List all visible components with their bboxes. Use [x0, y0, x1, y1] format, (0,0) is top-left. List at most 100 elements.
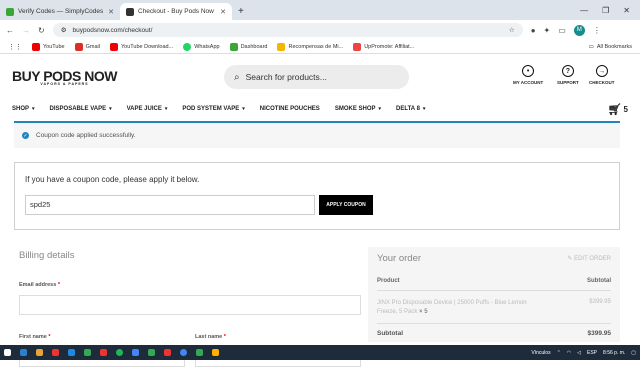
nav-label: NICOTINE POUCHES	[259, 106, 320, 112]
apply-coupon-button[interactable]: APPLY COUPON	[319, 195, 373, 215]
order-item-row: JINX Pro Disposable Device | 25000 Puffs…	[377, 299, 611, 324]
bookmarks-bar: ⋮⋮ YouTube Gmail YouTube Download... Wha…	[0, 40, 640, 54]
search-icon[interactable]	[20, 349, 27, 356]
support-label: SUPPORT	[557, 80, 579, 85]
windows-taskbar: Vínculos ⌃ ◠ ◁ ESP 8:56 p. m. ▢	[0, 345, 640, 360]
order-table-header: Product Subtotal	[377, 278, 611, 291]
site-logo[interactable]: BUY PODS NOW VAPORS & PAPERS	[12, 69, 117, 87]
url-input[interactable]: ⚙ buypodsnow.com/checkout/ ☆	[52, 23, 523, 37]
nav-label: SMOKE SHOP	[334, 106, 376, 112]
nav-item-shop[interactable]: SHOP ▾	[12, 106, 35, 112]
bookmark-dashboard[interactable]: Dashboard	[229, 42, 268, 51]
nav-item-disposable-vape[interactable]: DISPOSABLE VAPE ▾	[50, 106, 112, 112]
minimize-icon[interactable]: —	[580, 6, 588, 15]
notice-text: Coupon code applied successfully.	[36, 132, 136, 139]
required-mark: *	[48, 334, 51, 340]
apps-grid-icon[interactable]: ⋮⋮	[8, 43, 22, 51]
tab-checkout[interactable]: Checkout - Buy Pods Now ✕	[120, 3, 232, 20]
order-title: Your order	[377, 253, 422, 264]
app-icon[interactable]	[196, 349, 203, 356]
search-icon: ⌕	[234, 71, 240, 83]
address-bar-row: ← → ↻ ⚙ buypodsnow.com/checkout/ ☆ ● ✦ ▭…	[0, 20, 640, 40]
search-placeholder: Search for products...	[245, 72, 327, 82]
tab-title: Verify Codes — SimplyCodes	[18, 8, 104, 15]
extensions-puzzle-icon[interactable]: ✦	[544, 26, 551, 35]
close-tab-icon[interactable]: ✕	[108, 8, 114, 16]
bookmark-label: YouTube Download...	[121, 43, 174, 50]
app-icon[interactable]	[164, 349, 171, 356]
spotify-icon[interactable]	[116, 349, 123, 356]
bookmark-recompensas[interactable]: Recompensas de Mi...	[277, 42, 343, 51]
extension-icon[interactable]: ●	[531, 26, 536, 35]
app-icon[interactable]	[68, 349, 75, 356]
nav-label: DISPOSABLE VAPE	[49, 106, 107, 112]
chevron-down-icon: ▾	[109, 106, 112, 112]
chevron-down-icon: ▾	[422, 106, 426, 112]
back-icon[interactable]: ←	[6, 26, 14, 35]
nav-item-nicotine-pouches[interactable]: NICOTINE POUCHES	[260, 106, 320, 112]
app-icon[interactable]	[84, 349, 91, 356]
app-icon[interactable]	[212, 349, 219, 356]
nav-item-smoke-shop[interactable]: SMOKE SHOP ▾	[335, 106, 381, 112]
my-account-link[interactable]: • MY ACCOUNT	[513, 65, 543, 85]
reload-icon[interactable]: ↻	[38, 26, 45, 35]
notification-icon[interactable]: ▢	[631, 350, 636, 356]
language-indicator[interactable]: ESP	[587, 350, 597, 356]
checkout-link[interactable]: → CHECKOUT	[589, 65, 615, 85]
bookmark-star-icon[interactable]: ☆	[509, 26, 515, 34]
app-icon[interactable]	[132, 349, 139, 356]
restore-icon[interactable]: ❐	[602, 6, 609, 15]
product-search[interactable]: ⌕ Search for products...	[224, 65, 409, 89]
app-icon[interactable]	[148, 349, 155, 356]
bookmark-youtube-download[interactable]: YouTube Download...	[110, 42, 174, 51]
nav-item-vape-juice[interactable]: VAPE JUICE ▾	[127, 106, 168, 112]
email-field[interactable]	[19, 295, 361, 315]
label-text: Email address	[19, 282, 57, 288]
tray-links-label[interactable]: Vínculos	[531, 350, 550, 356]
nav-item-delta-8[interactable]: DELTA 8 ▾	[396, 106, 425, 112]
app-icon[interactable]	[52, 349, 59, 356]
file-explorer-icon[interactable]	[36, 349, 43, 356]
buypodsnow-favicon-icon	[126, 7, 134, 16]
site-info-icon[interactable]: ⚙	[61, 26, 67, 34]
wifi-icon[interactable]: ◠	[567, 350, 571, 356]
bookmark-whatsapp[interactable]: WhatsApp	[183, 42, 220, 51]
col-product: Product	[377, 278, 400, 284]
bookmark-youtube[interactable]: YouTube	[32, 42, 65, 51]
bookmark-gmail[interactable]: Gmail	[74, 42, 100, 51]
start-icon[interactable]	[4, 349, 11, 356]
sidebar-icon[interactable]: ▭	[558, 26, 566, 35]
edit-order-link[interactable]: ✎ EDIT ORDER	[567, 255, 611, 262]
profile-avatar[interactable]: M	[573, 24, 585, 36]
system-tray: Vínculos ⌃ ◠ ◁ ESP 8:56 p. m. ▢	[531, 350, 636, 356]
tray-chevron-icon[interactable]: ⌃	[557, 350, 561, 356]
order-item-name: JINX Pro Disposable Device | 25000 Puffs…	[377, 299, 537, 317]
edit-order-label: EDIT ORDER	[574, 256, 611, 262]
label-text: Last name	[195, 334, 223, 340]
volume-icon[interactable]: ◁	[577, 350, 581, 356]
bookmark-uppromote[interactable]: UpPromote: Affiliat...	[353, 42, 415, 51]
chevron-down-icon: ▾	[242, 106, 245, 112]
label-text: First name	[19, 334, 47, 340]
item-price: $399.95	[589, 299, 611, 305]
support-link[interactable]: ? SUPPORT	[557, 65, 579, 85]
cart-button[interactable]: 🛒︎ 5	[608, 103, 628, 116]
menu-icon[interactable]: ⋮	[593, 26, 601, 35]
last-name-label: Last name *	[195, 334, 226, 340]
bookmark-label: Dashboard	[240, 43, 268, 50]
all-bookmarks-button[interactable]: ▭ All Bookmarks	[589, 44, 632, 50]
close-tab-icon[interactable]: ✕	[220, 8, 226, 16]
bookmark-label: UpPromote: Affiliat...	[364, 43, 415, 50]
tab-simplycodes[interactable]: Verify Codes — SimplyCodes ✕	[0, 3, 120, 20]
close-window-icon[interactable]: ✕	[623, 6, 630, 15]
clock[interactable]: 8:56 p. m.	[603, 350, 625, 356]
forward-icon[interactable]: →	[22, 26, 30, 35]
microsoft-rewards-icon	[277, 42, 286, 51]
help-icon: ?	[561, 65, 574, 77]
coupon-code-input[interactable]: spd25	[25, 195, 315, 215]
tab-title: Checkout - Buy Pods Now	[138, 8, 214, 15]
app-icon[interactable]	[100, 349, 107, 356]
nav-item-pod-system-vape[interactable]: POD SYSTEM VAPE ▾	[182, 106, 244, 112]
chrome-icon[interactable]	[180, 349, 187, 356]
new-tab-button[interactable]: +	[232, 3, 250, 20]
